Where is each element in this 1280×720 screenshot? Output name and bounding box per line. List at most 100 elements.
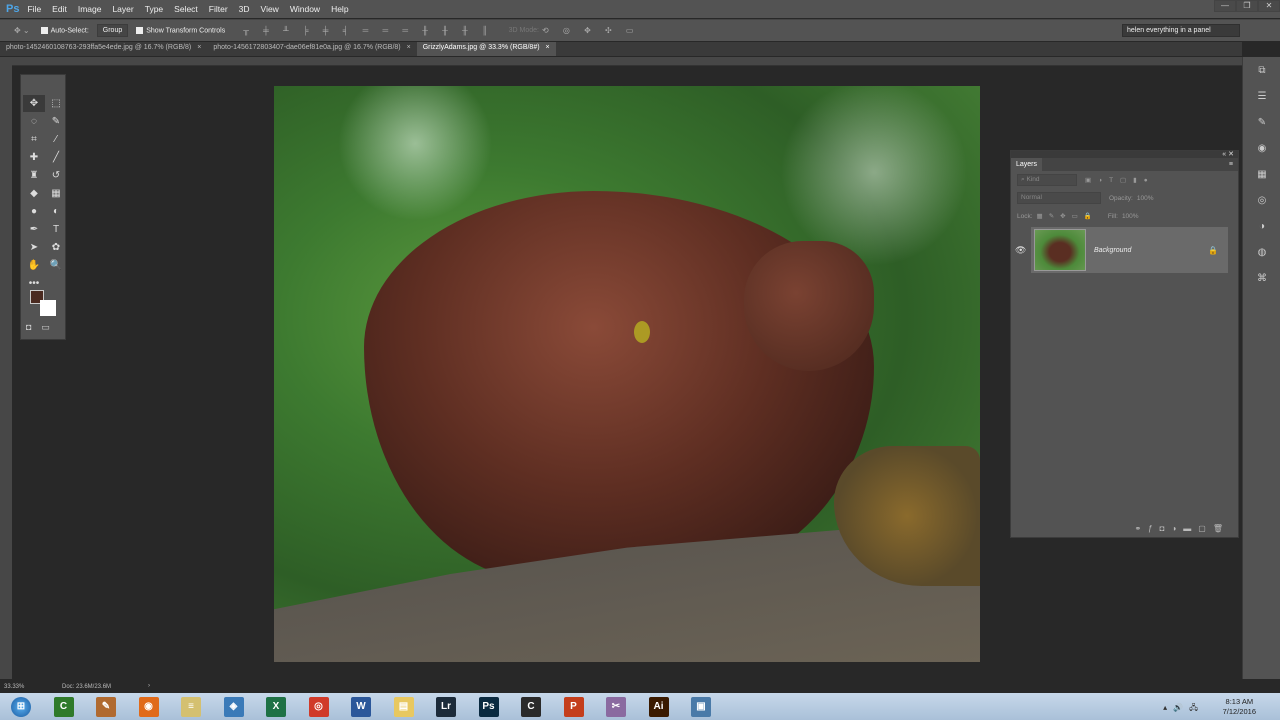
tab-close-icon[interactable]: ×	[407, 44, 411, 51]
move-tool-icon[interactable]: ✥ ⌄	[14, 26, 30, 35]
layer-actions[interactable]: ⚭ƒ◘◑▬▢🗑	[1134, 524, 1230, 533]
group-select[interactable]: Group	[96, 24, 129, 37]
clock[interactable]: 8:13 AM 7/12/2016	[1223, 697, 1256, 717]
type-icon[interactable]: T	[45, 221, 67, 238]
eyedropper-icon[interactable]: ⁄	[45, 131, 67, 148]
brush-icon[interactable]: ╱	[45, 149, 67, 166]
document-tabs: photo-1452460108763-293ffa5e4ede.jpg @ 1…	[0, 42, 1242, 56]
kind-filter[interactable]: ⌕ Kind	[1017, 174, 1077, 186]
quick-mask-icon[interactable]: ◘▭	[26, 322, 60, 333]
kind-label: Kind	[1026, 176, 1040, 183]
menu-help[interactable]: Help	[331, 4, 348, 14]
dodge-icon[interactable]: ◐	[45, 203, 67, 220]
eye-icon[interactable]: 👁	[1015, 245, 1026, 256]
photoshop-logo: Ps	[6, 3, 20, 15]
eraser-icon[interactable]: ◆	[23, 185, 45, 202]
paths-icon[interactable]: ⌘	[1243, 273, 1280, 291]
taskbar-excel[interactable]: X	[257, 694, 295, 720]
collapse-panel-icon[interactable]: « ✕	[1011, 151, 1238, 158]
zoom-level[interactable]: 33.33%	[4, 684, 24, 690]
taskbar-photoshop[interactable]: Ps	[470, 694, 508, 720]
taskbar-paint[interactable]: ✎	[87, 694, 125, 720]
background-color-swatch[interactable]	[40, 300, 56, 316]
notepad-icon: ≡	[181, 696, 201, 717]
taskbar-illustrator[interactable]: Ai	[640, 694, 678, 720]
fill-input[interactable]: 100%	[1122, 213, 1139, 220]
path-select-icon[interactable]: ➤	[23, 239, 45, 256]
blend-mode-select[interactable]: Normal	[1017, 192, 1101, 204]
bear-head	[744, 241, 874, 371]
styles-icon[interactable]: ◑	[1243, 221, 1280, 239]
menu-3d[interactable]: 3D	[239, 4, 250, 14]
menu-edit[interactable]: Edit	[52, 4, 67, 14]
status-menu-arrow[interactable]: ›	[148, 683, 150, 689]
swatches-icon[interactable]: ▦	[1243, 169, 1280, 187]
taskbar-network[interactable]: ◈	[215, 694, 253, 720]
opacity-input[interactable]: 100%	[1137, 195, 1154, 202]
channels-icon[interactable]: ◍	[1243, 247, 1280, 265]
auto-select-checkbox[interactable]: Auto-Select:	[40, 26, 89, 34]
color-icon[interactable]: ◉	[1243, 143, 1280, 161]
marquee-icon[interactable]: ⬚	[45, 95, 67, 112]
adjustments-icon[interactable]: ◎	[1243, 195, 1280, 213]
align-icons[interactable]: ╥ ╪ ╨ ╞ ╪ ╡ ═ ═ ═ ╫ ╫ ╫ ║	[243, 26, 493, 35]
move-icon[interactable]: ✥	[23, 95, 45, 112]
taskbar-photo-viewer[interactable]: ▣	[682, 694, 720, 720]
layer-row-background[interactable]: 👁 Background 🔒	[1015, 227, 1228, 273]
taskbar-snipping[interactable]: ✂	[597, 694, 635, 720]
taskbar-camtasia[interactable]: C	[45, 694, 83, 720]
zoom-icon[interactable]: 🔍	[45, 257, 67, 274]
clone-stamp-icon[interactable]: ♜	[23, 167, 45, 184]
layers-tab[interactable]: Layers	[1011, 158, 1043, 171]
filter-icons[interactable]: ▣◑T▢▮●	[1085, 176, 1155, 184]
lock-icon: 🔒	[1208, 245, 1218, 255]
blur-icon[interactable]: ●	[23, 203, 45, 220]
show-transform-checkbox[interactable]: Show Transform Controls	[136, 26, 225, 34]
tab-close-icon[interactable]: ×	[197, 44, 201, 51]
taskbar-lightroom[interactable]: Lr	[427, 694, 465, 720]
history-icon[interactable]: ⧉	[1243, 65, 1280, 83]
taskbar-powerpoint[interactable]: P	[555, 694, 593, 720]
taskbar-firefox[interactable]: ◉	[130, 694, 168, 720]
close-button[interactable]: ✕	[1258, 0, 1280, 12]
shape-icon[interactable]: ✿	[45, 239, 67, 256]
start-button[interactable]: ⊞	[2, 694, 40, 720]
menu-view[interactable]: View	[261, 4, 279, 14]
document-tab[interactable]: photo-1452460108763-293ffa5e4ede.jpg @ 1…	[0, 42, 207, 56]
lock-label: Lock:	[1017, 212, 1033, 220]
tab-close-icon[interactable]: ×	[546, 44, 550, 51]
menu-layer[interactable]: Layer	[112, 4, 133, 14]
healing-icon[interactable]: ✚	[23, 149, 45, 166]
hand-icon[interactable]: ✋	[23, 257, 45, 274]
document-tab[interactable]: photo-1456172803407-dae06ef81e0a.jpg @ 1…	[207, 42, 416, 56]
menu-filter[interactable]: Filter	[209, 4, 228, 14]
history-brush-icon[interactable]: ↺	[45, 167, 67, 184]
lock-icons[interactable]: ▦✎✥▭🔒	[1037, 212, 1098, 220]
menu-select[interactable]: Select	[174, 4, 198, 14]
menu-window[interactable]: Window	[290, 4, 320, 14]
taskbar-camtasia-recorder[interactable]: C	[512, 694, 550, 720]
restore-button[interactable]: ❐	[1236, 0, 1258, 12]
pen-icon[interactable]: ✒	[23, 221, 45, 238]
taskbar-chrome[interactable]: ◎	[300, 694, 338, 720]
crop-icon[interactable]: ⌗	[23, 131, 45, 148]
document-tab[interactable]: GrizzlyAdams.jpg @ 33.3% (RGB/8#) ×	[416, 42, 556, 56]
menu-type[interactable]: Type	[145, 4, 163, 14]
brush-panel-icon[interactable]: ✎	[1243, 117, 1280, 135]
taskbar-notepad[interactable]: ≡	[172, 694, 210, 720]
quick-select-icon[interactable]: ✎	[45, 113, 67, 130]
minimize-button[interactable]: —	[1214, 0, 1236, 12]
lasso-icon[interactable]: ◌	[23, 113, 45, 130]
panel-menu-icon[interactable]: ≡	[1224, 158, 1238, 171]
taskbar-word[interactable]: W	[342, 694, 380, 720]
menu-file[interactable]: File	[27, 4, 41, 14]
menu-image[interactable]: Image	[78, 4, 102, 14]
paint-icon: ✎	[96, 696, 116, 717]
workspace-select[interactable]: helen everything in a panel	[1122, 24, 1240, 37]
gradient-icon[interactable]: ▦	[45, 185, 67, 202]
properties-icon[interactable]: ☰	[1243, 91, 1280, 109]
image-canvas[interactable]	[274, 86, 980, 662]
taskbar-explorer[interactable]: ▤	[385, 694, 423, 720]
system-tray[interactable]: ▴🔊🖧	[1163, 702, 1204, 716]
3d-mode-icons[interactable]: ⟲ ◎ ✥ ✣ ▭	[542, 26, 640, 35]
